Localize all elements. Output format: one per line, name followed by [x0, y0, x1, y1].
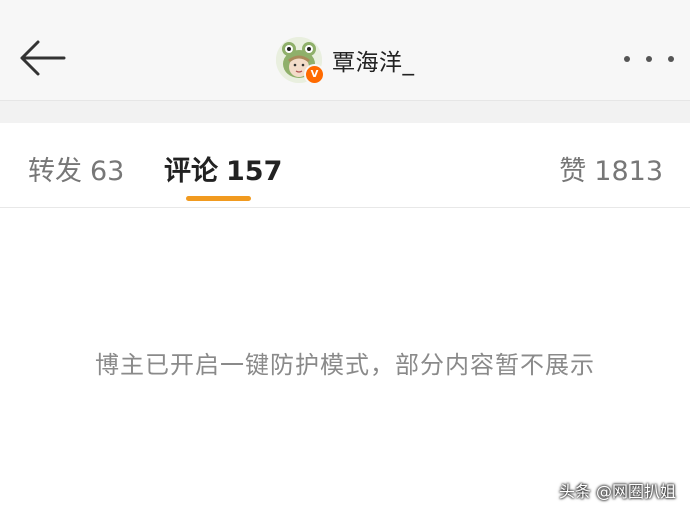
watermark: 头条 @网圈扒姐 — [558, 482, 676, 501]
protection-mode-notice: 博主已开启一键防护模式，部分内容暂不展示 — [95, 351, 595, 379]
verified-badge: V — [304, 64, 325, 85]
tab-label: 评论 — [164, 156, 218, 187]
username[interactable]: 覃海洋_ — [332, 43, 415, 77]
tab-reposts[interactable]: 转发 63 — [28, 149, 124, 188]
section-divider — [0, 101, 690, 123]
weibo-comments-screen: V 覃海洋_ 转发 63 评论 157 赞 1813 博主已开启一键防护模式，部分内容… — [0, 0, 690, 516]
active-tab-indicator — [186, 196, 251, 201]
back-button[interactable] — [14, 36, 70, 80]
more-button[interactable] — [624, 46, 674, 72]
tab-count: 63 — [90, 156, 125, 187]
tab-label: 赞 — [559, 156, 587, 187]
profile-title[interactable]: V 覃海洋_ — [276, 37, 415, 85]
more-dots-icon — [668, 56, 674, 62]
avatar[interactable]: V — [276, 37, 325, 85]
tab-label: 转发 — [28, 156, 82, 187]
tab-likes[interactable]: 赞 1813 — [559, 149, 663, 188]
tab-count: 157 — [226, 156, 283, 187]
more-dots-icon — [624, 56, 630, 62]
tab-comments[interactable]: 评论 157 — [164, 149, 282, 188]
top-navigation-bar: V 覃海洋_ — [0, 0, 690, 101]
more-dots-icon — [646, 56, 652, 62]
back-arrow-icon — [20, 40, 66, 76]
interaction-tabs: 转发 63 评论 157 赞 1813 — [0, 123, 690, 208]
tab-count: 1813 — [594, 156, 663, 187]
